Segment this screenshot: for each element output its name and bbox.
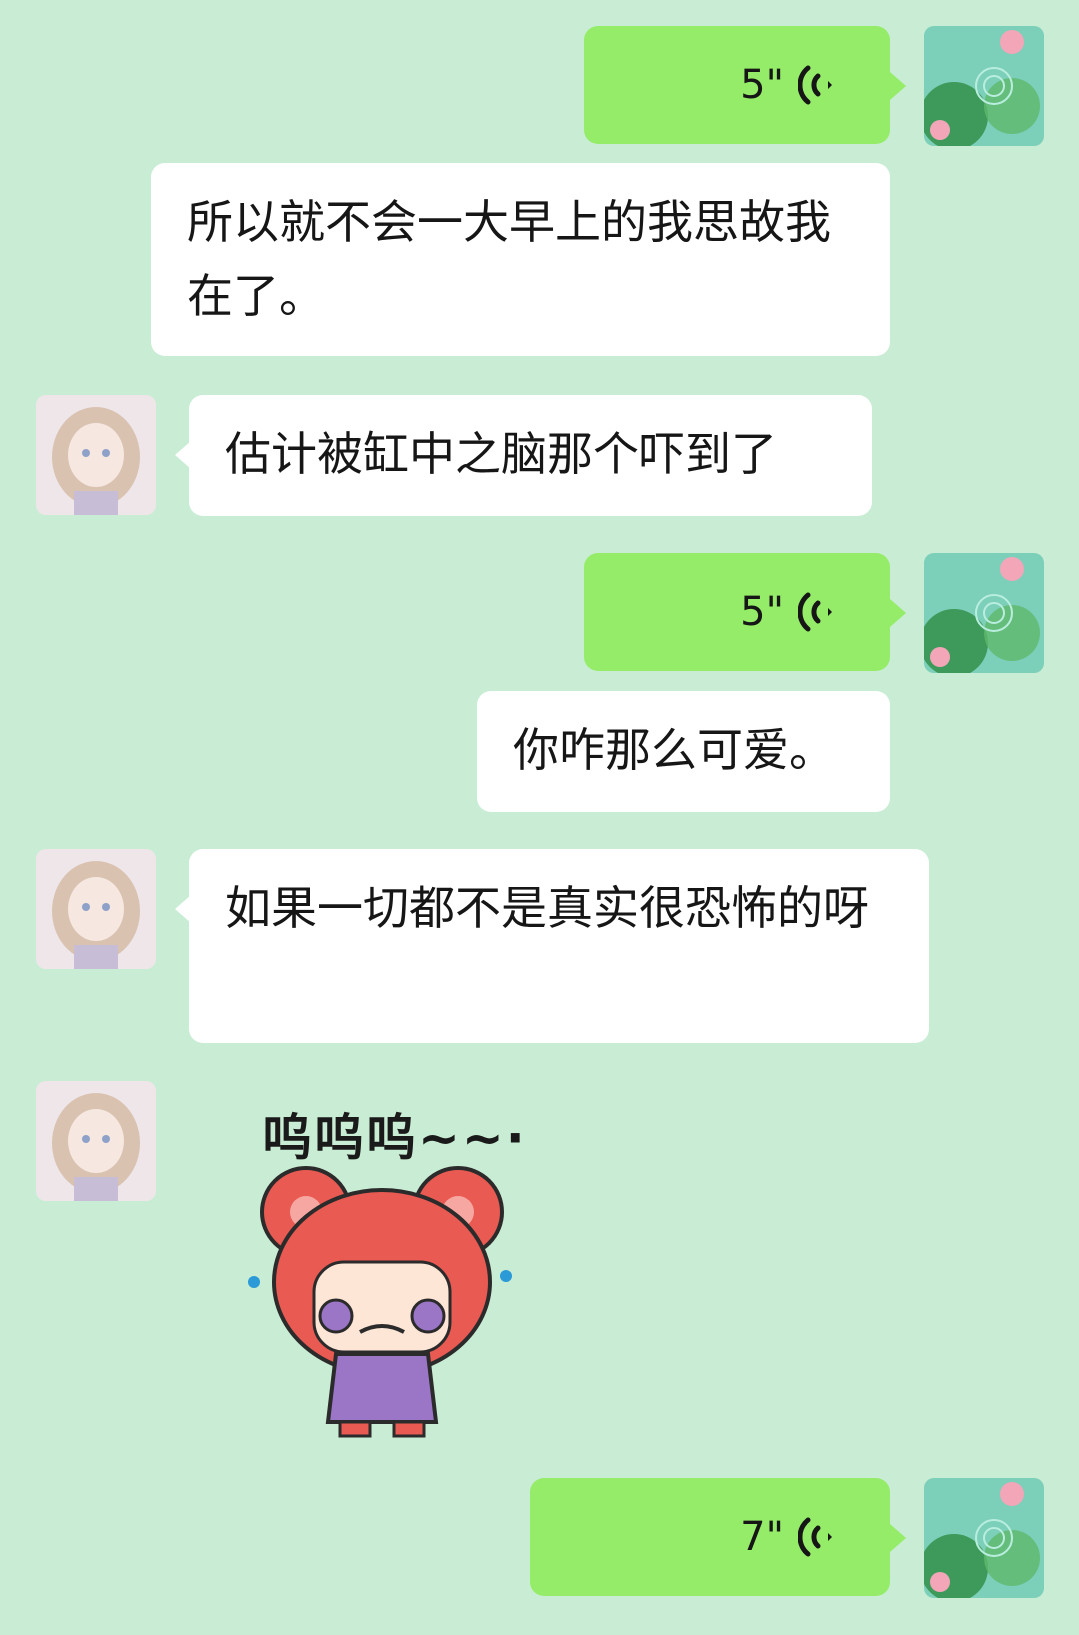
voice-duration: 5" [740,589,784,635]
text-message-3[interactable]: 估计被缸中之脑那个吓到了 [175,395,872,516]
self-avatar[interactable] [924,26,1044,146]
text-message-2[interactable]: 所以就不会一大早上的我思故我在了。 [151,163,890,356]
voice-wave-icon [798,591,834,633]
voice-message-4[interactable]: 5" [584,553,906,671]
voice-wave-icon [798,64,834,106]
self-avatar[interactable] [924,553,1044,673]
voice-message-1[interactable]: 5" [584,26,906,144]
text-message-5[interactable]: 你咋那么可爱。 [477,691,890,812]
message-text: 你咋那么可爱。 [513,723,835,777]
text-message-6[interactable]: 如果一切都不是真实很恐怖的呀 [175,849,929,1043]
voice-message-8[interactable]: 7" [530,1478,906,1596]
message-text: 所以就不会一大早上的我思故我在了。 [187,195,831,323]
voice-duration: 5" [740,62,784,108]
message-text: 估计被缸中之脑那个吓到了 [225,427,777,481]
voice-duration: 7" [740,1514,784,1560]
contact-avatar[interactable] [36,395,156,515]
voice-wave-icon [798,1516,834,1558]
self-avatar[interactable] [924,1478,1044,1598]
sticker-caption: 呜呜呜~~· [262,1109,527,1167]
contact-avatar[interactable] [36,1081,156,1201]
message-text: 如果一切都不是真实很恐怖的呀 [225,881,869,935]
contact-avatar[interactable] [36,849,156,969]
